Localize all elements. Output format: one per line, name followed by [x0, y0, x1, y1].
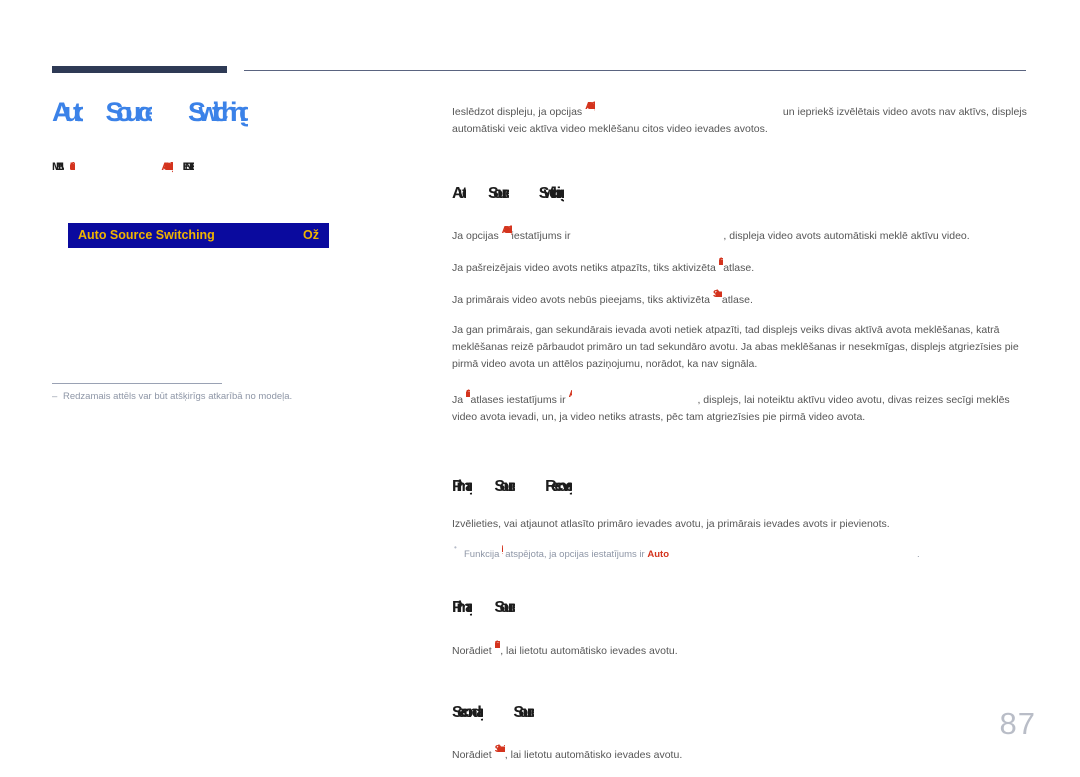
auto-paragraph-5: Ja Primārā avotaatlases iestatījums ir A…: [452, 386, 1028, 426]
secondary-paragraph-1: Norādiet Sekundāro avotu, lai lietotu au…: [452, 741, 1028, 764]
heading-auto-word-2: Source: [488, 185, 509, 202]
heading-secondary-word-1: Secondary: [452, 703, 484, 721]
osd-item-value: Ož: [303, 228, 319, 243]
auto-paragraph-2: Ja pašreizējais video avots netiks atpaz…: [452, 254, 1028, 277]
secondary-p1-text-a: Norādiet: [452, 748, 495, 761]
footnote-text: Redzamais attēls var būt atšķirīgs atkar…: [63, 391, 293, 402]
auto-p5-text-b: atlases iestatījums ir: [470, 394, 569, 407]
heading-secondary-word-2: Source: [513, 703, 535, 721]
chapter-title-word-1: Auto: [52, 97, 84, 127]
auto-paragraph-3: Ja primārais video avots nebūs pieejams,…: [452, 286, 1028, 309]
secondary-p1-text-b: , lai lietotu automātisko ievades avotu.: [504, 748, 683, 761]
secondary-p1-term: Sekundāro avotu: [494, 742, 505, 755]
recovery-bullet: Funkcija Primary Source Recovery atspējo…: [452, 542, 1028, 562]
recovery-bullet-text-b: atspējota, ja opcijas: [502, 548, 592, 560]
breadcrumb: MENU Sistēma Auto Source Switching ENTER: [52, 162, 402, 176]
recovery-bullet-value: Auto: [647, 548, 670, 560]
heading-recovery-word-2: Source: [494, 478, 516, 496]
intro-text-2: un iepriekš izvēlētais video avots nav a…: [780, 106, 1027, 118]
primary-paragraph-1: Norādiet Primāro avotu, lai lietotu auto…: [452, 637, 1028, 660]
heading-primary-source: Primary Source: [452, 598, 1028, 622]
left-column: Auto Source Switching MENU Sistēma Auto Sour…: [52, 96, 402, 176]
auto-p1-text-a: Ja opcijas: [452, 230, 502, 243]
auto-p5-text-a: Ja: [452, 394, 467, 407]
footnote: – Redzamais attēls var būt atšķirīgs atka…: [52, 390, 402, 404]
osd-menu-row[interactable]: Auto Source Switching Ož: [68, 223, 329, 248]
spacer-before-recovery: [452, 439, 1028, 477]
header-rule-left: [52, 66, 227, 73]
auto-paragraph-1: Ja opcijas Auto Source Switchingiestatīj…: [452, 222, 1028, 245]
intro-paragraph: Ieslēdzot displeju, ja opcijas Auto Sour…: [452, 98, 1028, 138]
heading-auto-source-switching: Auto Source Switching: [452, 184, 1028, 208]
recovery-bullet-text-a: Funkcija: [464, 548, 503, 560]
auto-p3-text-a: Ja primārais video avots nebūs pieejams,…: [452, 294, 713, 307]
osd-item-label: Auto Source Switching: [78, 228, 215, 243]
chapter-title-word-3: Switching: [188, 97, 249, 127]
auto-paragraph-4: Ja gan primārais, gan sekundārais ievada…: [452, 324, 1019, 371]
header-rule-right: [244, 70, 1026, 71]
heading-secondary-source: Secondary Source: [452, 703, 1028, 727]
intro-text-3: automātiski veic aktīva video meklēšanu …: [452, 123, 768, 135]
footnote-rule: [52, 383, 222, 384]
breadcrumb-item-label: Auto Source Switching: [161, 161, 173, 173]
primary-p1-text-a: Norādiet: [452, 644, 495, 657]
auto-p1-text-c: , displeja video avots automātiski meklē…: [723, 230, 970, 243]
breadcrumb-menu-label: MENU: [52, 161, 64, 173]
intro-term-auto-source-switching: Auto Source Switching: [585, 100, 595, 112]
recovery-paragraph-1: Izvēlieties, vai atjaunot atlasīto primā…: [452, 517, 890, 530]
page-number: 87: [999, 706, 1036, 741]
breadcrumb-enter-label: ENTER: [182, 161, 194, 173]
heading-auto-word-3: Switching: [538, 185, 564, 202]
auto-p3-term: Sekundārā avota: [712, 288, 722, 301]
chapter-title: Auto Source Switching: [52, 96, 402, 136]
heading-primary-word-1: Primary: [452, 599, 473, 617]
heading-primary-word-2: Source: [494, 599, 516, 617]
heading-recovery-word-3: Recovery: [545, 478, 573, 496]
intro-text-1: Ieslēdzot displeju, ja opcijas: [452, 106, 586, 118]
primary-p1-text-b: , lai lietotu automātisko ievades avotu.: [500, 644, 678, 657]
footnote-dash: –: [52, 391, 58, 402]
heading-primary-source-recovery: Primary Source Recovery: [452, 477, 1028, 501]
chapter-title-word-2: Source: [105, 97, 153, 127]
spacer-before-secondary: [452, 673, 1028, 703]
auto-p2-text-b: atlase.: [723, 262, 755, 275]
right-column: Ieslēdzot displeju, ja opcijas Auto Sour…: [452, 98, 1028, 777]
recovery-bullet-text-c: iestatījums ir: [591, 548, 648, 560]
spacer-before-primary: [452, 568, 1028, 598]
auto-p3-text-b: atlase.: [721, 294, 753, 307]
auto-p1-text-b: iestatījums ir: [511, 230, 574, 243]
heading-auto-word-1: Auto: [452, 185, 467, 202]
auto-p2-text-a: Ja pašreizējais video avots netiks atpaz…: [452, 262, 719, 275]
heading-recovery-word-1: Primary: [452, 478, 473, 496]
recovery-bullet-end: .: [917, 548, 920, 560]
breadcrumb-system-label: Sistēma: [69, 161, 76, 173]
auto-p5-value: Auto: [568, 388, 573, 401]
auto-p1-term: Auto Source Switching: [501, 224, 512, 237]
